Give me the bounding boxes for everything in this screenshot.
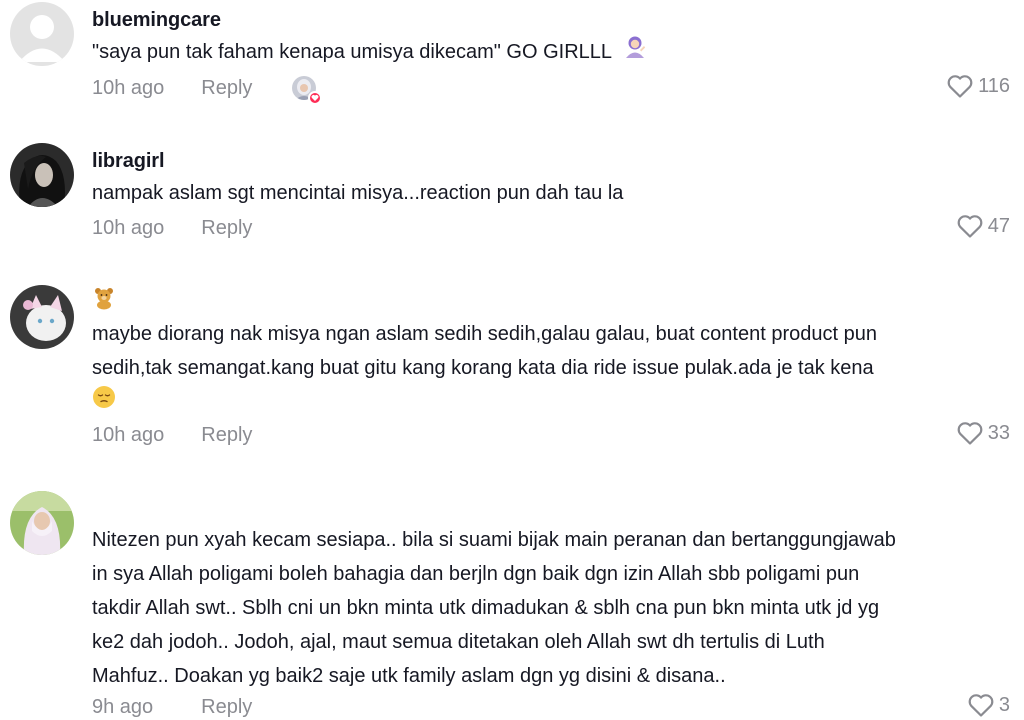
comment-text-line: nampak aslam sgt mencintai misya...react… — [92, 182, 624, 204]
comment-text-line: sedih,tak semangat.kang buat gitu kang k… — [92, 357, 874, 379]
comment-meta: 10h ago Reply — [92, 213, 252, 243]
comment-username[interactable]: bluemingcare — [92, 9, 221, 32]
comment-text-line: takdir Allah swt.. Sblh cni un bkn minta… — [92, 597, 880, 619]
reply-button[interactable]: Reply — [201, 424, 252, 447]
like-button[interactable]: 116 — [946, 73, 1010, 99]
comment-text-line: "saya pun tak faham kenapa umisya dikeca… — [92, 41, 612, 63]
heart-outline-icon — [968, 694, 994, 717]
teddy-bear-emoji — [92, 286, 116, 321]
comment-username-emoji — [92, 286, 116, 321]
reply-button[interactable]: Reply — [201, 217, 252, 240]
like-button[interactable]: 3 — [967, 692, 1010, 718]
comment-timestamp: 10h ago — [92, 76, 165, 99]
heart-outline-icon — [957, 422, 983, 445]
heart-outline-icon — [957, 215, 983, 238]
comment-text-line: Mahfuz.. Doakan yg baik2 saje utk family… — [92, 665, 726, 687]
comment-text: nampak aslam sgt mencintai misya...react… — [92, 176, 623, 210]
heart-outline-icon — [947, 75, 973, 98]
avatar-default[interactable] — [10, 2, 74, 66]
woman-tipping-hand-emoji — [623, 35, 647, 70]
like-button[interactable]: 33 — [956, 420, 1010, 446]
comment-text: Nitezen pun xyah kecam sesiapa.. bila si… — [92, 523, 896, 693]
comment-meta: 10h ago Reply — [92, 73, 323, 105]
comment-list: bluemingcare "saya pun tak faham kenapa … — [0, 0, 1024, 720]
comment-meta: 9h ago Reply — [92, 692, 252, 720]
creator-liked-indicator — [292, 76, 323, 105]
pensive-face-emoji — [92, 385, 116, 420]
reply-button[interactable]: Reply — [201, 696, 252, 719]
comment-text: maybe diorang nak misya ngan aslam sedih… — [92, 317, 877, 420]
heart-badge-icon — [308, 91, 323, 105]
avatar-user-photo[interactable] — [10, 143, 74, 207]
like-count: 47 — [987, 214, 1010, 237]
comment-text-line — [92, 385, 877, 420]
comment-timestamp: 10h ago — [92, 423, 165, 446]
like-button[interactable]: 47 — [956, 213, 1010, 239]
comment-timestamp: 10h ago — [92, 216, 165, 239]
like-count: 116 — [978, 74, 1010, 97]
avatar-user-photo[interactable] — [10, 491, 74, 555]
comment-text-line: ke2 dah jodoh.. Jodoh, ajal, maut semua … — [92, 631, 825, 653]
comment-timestamp: 9h ago — [92, 695, 154, 718]
like-count: 3 — [998, 693, 1010, 716]
reply-button[interactable]: Reply — [201, 77, 252, 100]
comment-text: "saya pun tak faham kenapa umisya dikeca… — [92, 35, 647, 70]
comment-text-line: in sya Allah poligami boleh bahagia dan … — [92, 563, 860, 585]
comment-meta: 10h ago Reply — [92, 420, 252, 450]
comment-text-line: Nitezen pun xyah kecam sesiapa.. bila si… — [92, 529, 896, 551]
like-count: 33 — [987, 421, 1010, 444]
comment-username[interactable]: libragirl — [92, 150, 165, 173]
comment-text-line: maybe diorang nak misya ngan aslam sedih… — [92, 323, 877, 345]
avatar-user-photo[interactable] — [10, 285, 74, 349]
